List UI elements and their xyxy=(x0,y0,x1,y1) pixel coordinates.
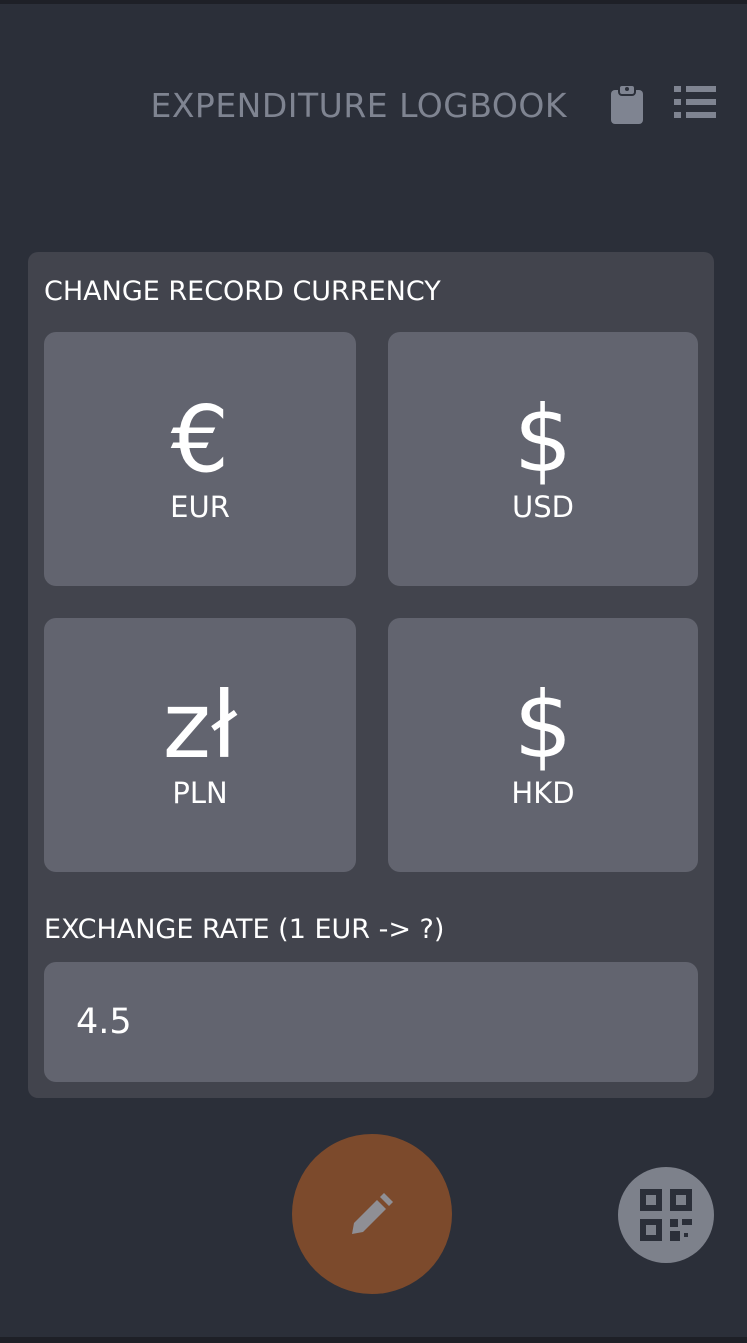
currency-card: CHANGE RECORD CURRENCY € EUR $ USD zł PL… xyxy=(28,252,714,1098)
edit-button[interactable] xyxy=(292,1134,452,1294)
pencil-icon xyxy=(352,1193,393,1234)
currency-symbol: € xyxy=(170,386,230,493)
currency-hkd-button[interactable]: $ HKD xyxy=(388,618,698,872)
currency-code: PLN xyxy=(172,776,228,810)
currency-symbol: $ xyxy=(513,386,573,493)
currency-symbol: $ xyxy=(513,672,573,779)
currency-section-title: CHANGE RECORD CURRENCY xyxy=(44,276,441,307)
currency-code: HKD xyxy=(511,776,575,810)
currency-code: EUR xyxy=(170,490,230,524)
currency-usd-button[interactable]: $ USD xyxy=(388,332,698,586)
currency-pln-button[interactable]: zł PLN xyxy=(44,618,356,872)
app-header: EXPENDITURE LOGBOOK xyxy=(0,82,747,130)
currency-symbol: zł xyxy=(162,672,238,779)
qr-scan-button[interactable] xyxy=(618,1167,714,1263)
list-icon[interactable] xyxy=(674,84,716,120)
exchange-rate-label: EXCHANGE RATE (1 EUR -> ?) xyxy=(44,914,445,945)
currency-eur-button[interactable]: € EUR xyxy=(44,332,356,586)
currency-code: USD xyxy=(512,490,574,524)
app-screen: EXPENDITURE LOGBOOK CHANGE RECORD CURREN… xyxy=(0,0,747,1343)
clipboard-icon[interactable] xyxy=(610,84,644,124)
exchange-rate-input[interactable] xyxy=(44,962,698,1082)
app-title: EXPENDITURE LOGBOOK xyxy=(150,86,567,125)
qr-code-icon xyxy=(640,1189,692,1241)
